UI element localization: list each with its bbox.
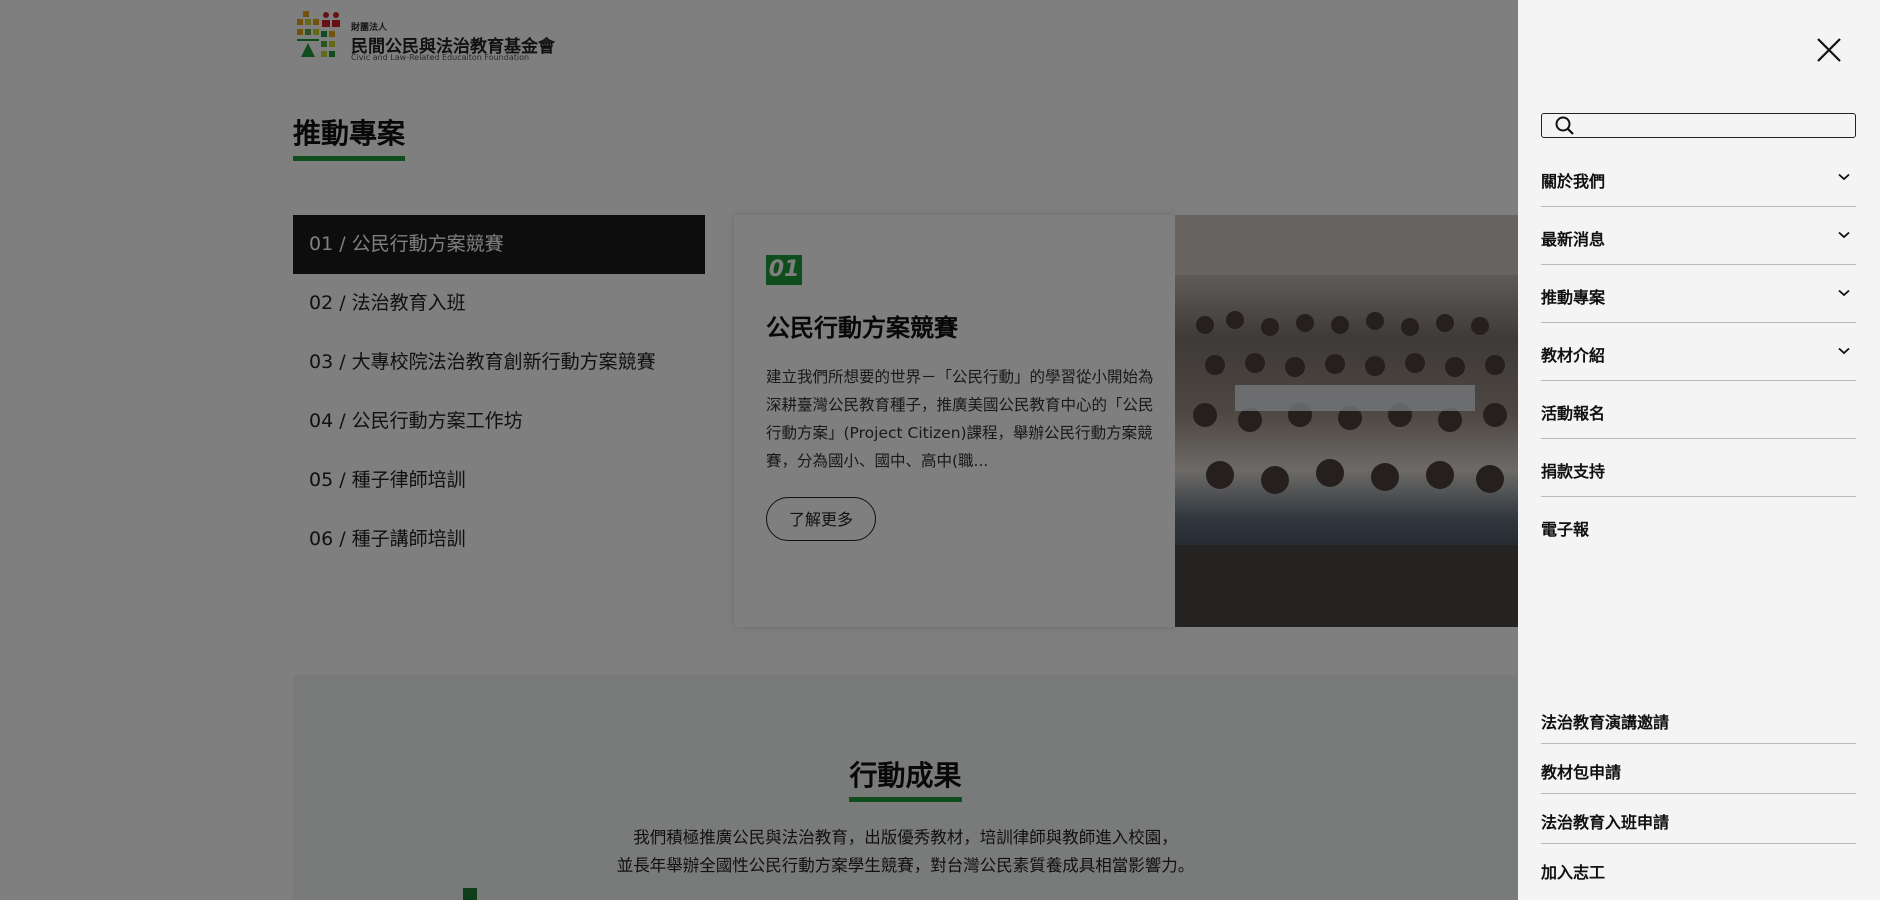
menu-item-label: 電子報 xyxy=(1541,520,1590,539)
menu-item-about[interactable]: 關於我們 xyxy=(1541,149,1856,207)
menu-item-label: 關於我們 xyxy=(1541,172,1606,191)
link-volunteer[interactable]: 加入志工 xyxy=(1541,844,1856,893)
quick-link-label: 教材包申請 xyxy=(1541,763,1622,782)
link-lecture-invitation[interactable]: 法治教育演講邀請 xyxy=(1541,694,1856,744)
menu-item-newsletter[interactable]: 電子報 xyxy=(1541,497,1856,554)
menu-item-materials[interactable]: 教材介紹 xyxy=(1541,323,1856,381)
chevron-down-icon[interactable] xyxy=(1838,289,1850,297)
search-icon xyxy=(1555,116,1574,135)
search-box[interactable] xyxy=(1541,113,1856,138)
quick-link-label: 加入志工 xyxy=(1541,863,1606,882)
menu-item-label: 推動專案 xyxy=(1541,288,1606,307)
menu-item-label: 捐款支持 xyxy=(1541,462,1606,481)
chevron-down-icon[interactable] xyxy=(1838,347,1850,355)
menu-item-label: 活動報名 xyxy=(1541,404,1606,423)
link-material-kit-request[interactable]: 教材包申請 xyxy=(1541,744,1856,794)
close-icon[interactable] xyxy=(1815,36,1843,64)
chevron-down-icon[interactable] xyxy=(1838,173,1850,181)
chevron-down-icon[interactable] xyxy=(1838,231,1850,239)
menu-item-projects[interactable]: 推動專案 xyxy=(1541,265,1856,323)
side-menu-drawer: 關於我們 最新消息 推動專案 教材介紹 活動報名 捐款支持 電子報 法治教育演講… xyxy=(1518,0,1880,900)
menu-item-events[interactable]: 活動報名 xyxy=(1541,381,1856,439)
menu-item-label: 最新消息 xyxy=(1541,230,1606,249)
link-class-visit-request[interactable]: 法治教育入班申請 xyxy=(1541,794,1856,844)
quick-links: 法治教育演講邀請 教材包申請 法治教育入班申請 加入志工 xyxy=(1541,694,1856,893)
search-input[interactable] xyxy=(1582,115,1851,137)
main-menu: 關於我們 最新消息 推動專案 教材介紹 活動報名 捐款支持 電子報 xyxy=(1541,149,1856,554)
quick-link-label: 法治教育入班申請 xyxy=(1541,813,1670,832)
menu-item-label: 教材介紹 xyxy=(1541,346,1606,365)
menu-item-news[interactable]: 最新消息 xyxy=(1541,207,1856,265)
menu-item-donate[interactable]: 捐款支持 xyxy=(1541,439,1856,497)
modal-overlay[interactable] xyxy=(0,0,1518,900)
quick-link-label: 法治教育演講邀請 xyxy=(1541,713,1670,732)
